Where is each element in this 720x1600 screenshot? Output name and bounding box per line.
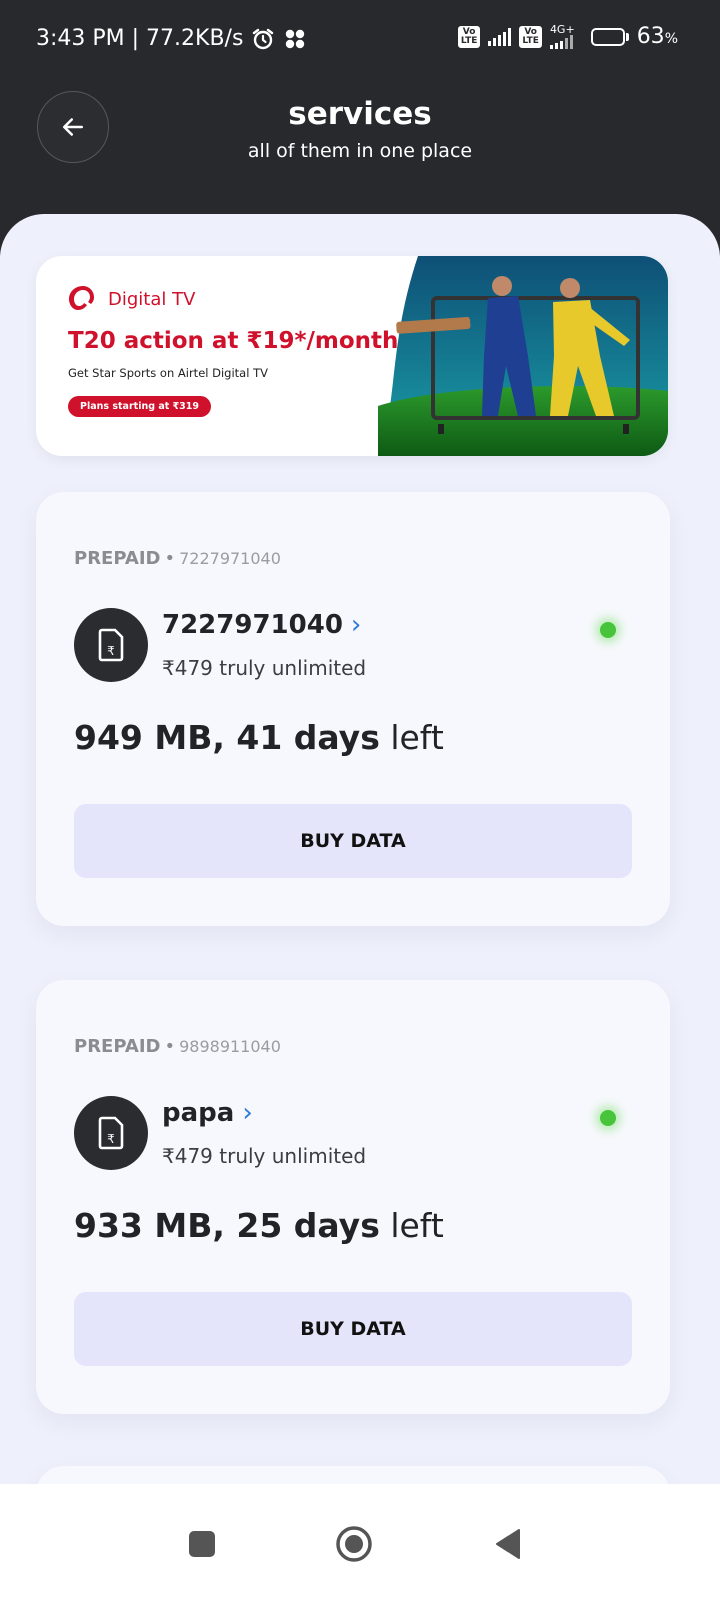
account-number: 7227971040 [179,549,281,568]
usage-amount: 933 MB, 25 days [74,1206,380,1245]
promo-plans-pill: Plans starting at ₹319 [68,396,212,417]
status-dot [600,622,616,638]
chevron-right-icon: › [242,1098,253,1128]
promo-title: T20 action at ₹19*/month [68,328,399,354]
battery-percent: 63% [637,24,678,49]
usage-text: 949 MB, 41 days left [74,718,444,757]
page-title: services [288,96,432,132]
promo-banner[interactable]: Digital TV T20 action at ₹19*/month Get … [36,256,668,456]
sim-rupee-icon: ₹ [98,628,124,662]
network-type-icon: 4G+ [549,23,575,49]
usage-amount: 949 MB, 41 days [74,718,380,757]
network-type-label: 4G+ [549,23,575,36]
status-bar: 3:43 PM | 77.2KB/s Vo LTE Vo LTE 4G+ 63% [0,0,720,84]
label-separator: • [164,548,176,569]
circle-icon [336,1526,372,1562]
label-separator: • [164,1036,176,1057]
promo-subtitle: Get Star Sports on Airtel Digital TV [68,366,268,380]
account-name-link[interactable]: papa › [162,1098,253,1128]
home-button[interactable] [334,1524,374,1564]
brand-logo: Digital TV [66,282,195,316]
sim-rupee-icon: ₹ [98,1116,124,1150]
account-name-link[interactable]: 7227971040 › [162,610,361,640]
sim-avatar: ₹ [74,1096,148,1170]
account-type-label: PREPAID • 9898911040 [74,1036,281,1057]
account-type: PREPAID [74,1036,161,1057]
account-card: PREPAID • 7227971040 ₹ 7227971040 › ₹479 tr… [36,492,670,926]
buy-data-button[interactable]: BUY DATA [74,804,632,878]
status-dot [600,1110,616,1126]
sim-avatar: ₹ [74,608,148,682]
account-name: 7227971040 [162,610,343,640]
usage-text: 933 MB, 25 days left [74,1206,444,1245]
airtel-logo-icon [69,286,94,310]
page-subtitle: all of them in one place [247,140,473,162]
nav-back-button[interactable] [488,1524,528,1564]
account-type: PREPAID [74,548,161,569]
cricket-tv-illustration [378,256,668,456]
account-type-label: PREPAID • 7227971040 [74,548,281,569]
account-name: papa [162,1098,235,1128]
account-plan: ₹479 truly unlimited [162,656,367,680]
system-nav-bar [0,1484,720,1600]
volte-icon-2: Vo LTE [519,25,542,48]
volte-icon: Vo LTE [457,25,481,48]
svg-text:₹: ₹ [107,1132,115,1146]
account-plan: ₹479 truly unlimited [162,1144,367,1168]
square-icon [189,1531,215,1557]
usage-suffix: left [379,1206,444,1245]
fan-icon [283,27,307,51]
recent-apps-button[interactable] [182,1524,222,1564]
battery-icon [590,27,629,46]
triangle-back-icon [496,1529,520,1559]
account-card: PREPAID • 9898911040 ₹ papa › ₹479 truly un… [36,980,670,1414]
usage-suffix: left [379,718,444,757]
svg-text:₹: ₹ [107,644,115,658]
alarm-icon [251,27,275,51]
brand-name: Digital TV [108,288,196,310]
chevron-right-icon: › [350,610,362,640]
account-number: 9898911040 [179,1037,281,1056]
status-time-speed: 3:43 PM | 77.2KB/s [36,26,244,51]
battery-percent-value: 63 [636,24,665,49]
signal-strength-icon [488,27,512,46]
battery-percent-sign: % [664,31,678,47]
buy-data-button[interactable]: BUY DATA [74,1292,632,1366]
